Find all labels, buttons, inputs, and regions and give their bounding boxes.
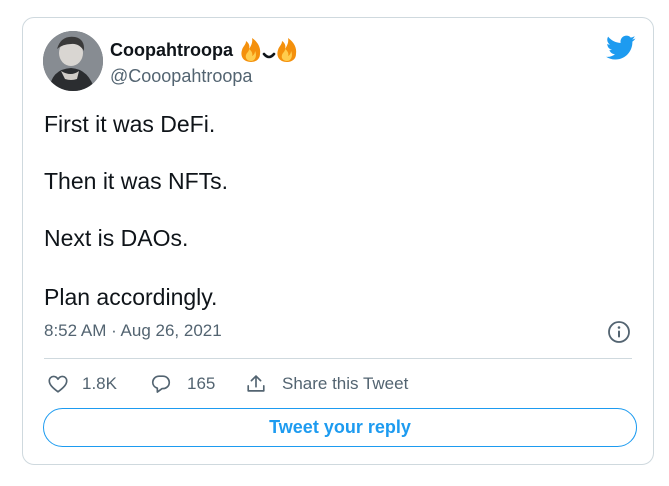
- reply-action-button[interactable]: 165: [150, 371, 215, 397]
- like-button[interactable]: 1.8K: [47, 371, 117, 397]
- reply-bubble-icon: [150, 373, 172, 395]
- user-handle[interactable]: @Cooopahtroopa: [110, 66, 252, 87]
- reply-count: 165: [187, 374, 216, 393]
- divider: [44, 358, 632, 359]
- avatar[interactable]: [43, 31, 103, 91]
- share-label: Share this Tweet: [282, 374, 409, 393]
- heart-icon: [47, 373, 69, 395]
- tweet-timestamp[interactable]: 8:52 AM · Aug 26, 2021: [44, 321, 222, 341]
- tweet-text-line-2: Then it was NFTs.: [44, 168, 229, 194]
- tweet-text-line-3: Next is DAOs.: [44, 225, 189, 251]
- tweet-text-line-1: First it was DeFi.: [44, 111, 216, 137]
- share-button[interactable]: Share this Tweet: [245, 371, 408, 397]
- like-count: 1.8K: [82, 374, 117, 393]
- tweet-your-reply-button[interactable]: Tweet your reply: [43, 408, 637, 447]
- fire-smile-fire-emoji-icon: [239, 37, 301, 65]
- tweet-text-line-4: Plan accordingly.: [44, 284, 218, 310]
- share-icon: [245, 373, 267, 395]
- tweet-card: Coopahtroopa @Cooopahtroopa First it was…: [22, 17, 654, 465]
- twitter-bird-icon[interactable]: [606, 35, 636, 61]
- display-name[interactable]: Coopahtroopa: [110, 40, 233, 61]
- info-icon[interactable]: [607, 320, 631, 344]
